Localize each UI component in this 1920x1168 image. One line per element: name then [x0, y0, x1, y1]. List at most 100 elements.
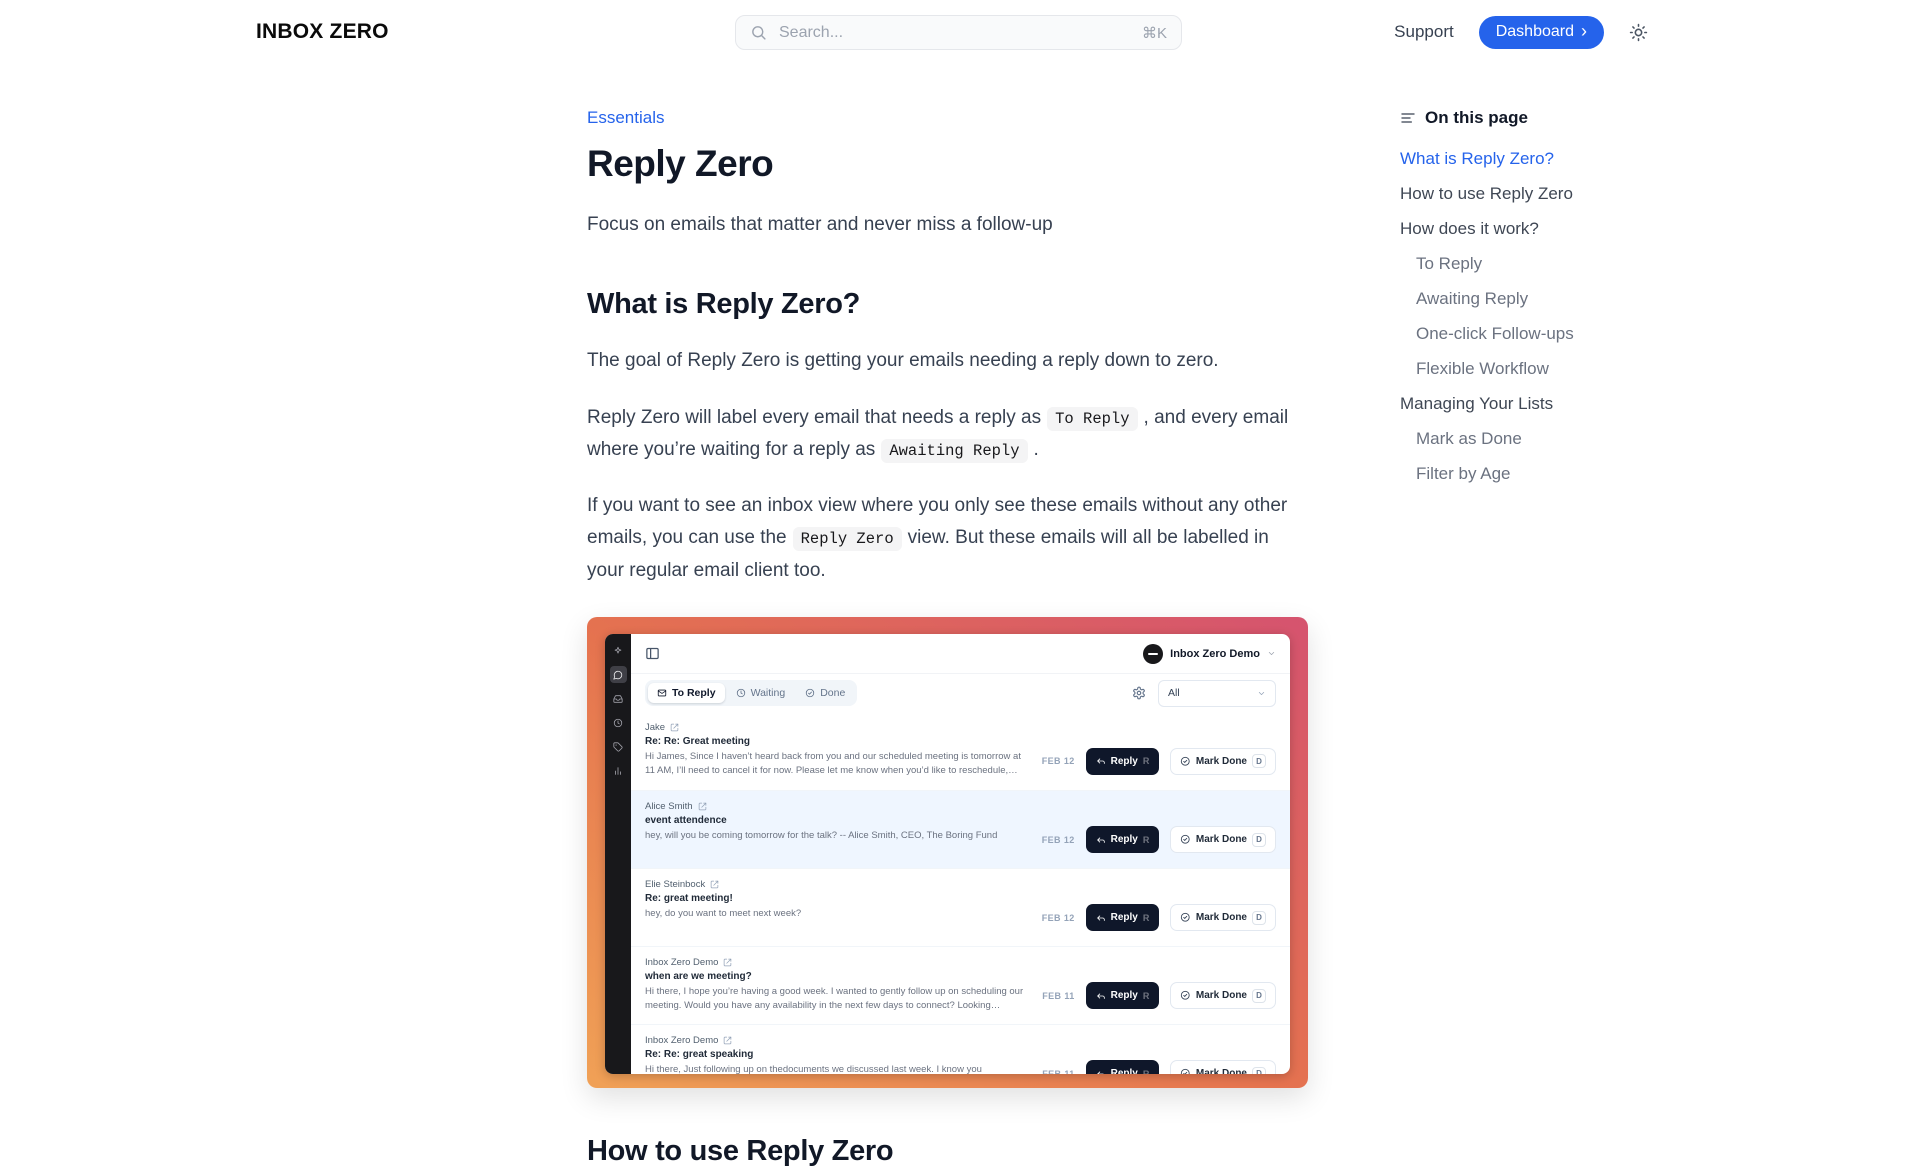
- email-date: FEB 12: [1042, 835, 1075, 845]
- breadcrumb-category[interactable]: Essentials: [587, 108, 664, 128]
- demo-email-row: Elie Steinbock Re: great meeting! hey, d…: [631, 868, 1290, 946]
- clock-icon: [736, 688, 746, 698]
- reply-button: ReplyR: [1086, 982, 1160, 1009]
- code-reply-zero: Reply Zero: [793, 527, 902, 551]
- demo-main-area: Inbox Zero Demo To Reply: [631, 634, 1290, 1074]
- demo-app-window: Inbox Zero Demo To Reply: [605, 634, 1290, 1074]
- demo-mini-sidebar: [605, 634, 631, 1074]
- avatar: [1143, 644, 1163, 664]
- check-circle-icon: [1180, 834, 1191, 845]
- demo-tabs-row: To Reply Waiting Done: [631, 674, 1290, 712]
- toc-item-mark-as-done[interactable]: Mark as Done: [1400, 429, 1610, 449]
- gear-icon: [1132, 686, 1146, 700]
- chart-icon: [610, 762, 627, 779]
- dashboard-button[interactable]: Dashboard ›: [1479, 16, 1604, 49]
- header-actions: Support Dashboard ›: [1394, 0, 1648, 64]
- search-input[interactable]: [777, 23, 1132, 43]
- code-to-reply: To Reply: [1047, 407, 1137, 431]
- page-title: Reply Zero: [587, 143, 1308, 185]
- demo-tabset: To Reply Waiting Done: [645, 680, 857, 706]
- support-link[interactable]: Support: [1394, 22, 1454, 42]
- toc-heading: On this page: [1400, 108, 1610, 128]
- toc-item-awaiting-reply[interactable]: Awaiting Reply: [1400, 289, 1610, 309]
- toc-item-how-does-it-work[interactable]: How does it work?: [1400, 219, 1610, 239]
- email-subject: event attendence: [645, 815, 1024, 826]
- reply-button: ReplyR: [1086, 826, 1160, 853]
- theme-toggle-button[interactable]: [1629, 23, 1648, 42]
- toc-item-managing-your-lists[interactable]: Managing Your Lists: [1400, 394, 1610, 414]
- external-link-icon: [670, 723, 679, 732]
- email-sender: Inbox Zero Demo: [645, 1035, 1024, 1046]
- demo-tab-to-reply: To Reply: [648, 683, 725, 703]
- demo-tabs-right: All: [1132, 680, 1276, 707]
- paragraph-3: If you want to see an inbox view where y…: [587, 490, 1308, 587]
- reply-icon: [1096, 835, 1106, 845]
- reply-zero-demo-image: Inbox Zero Demo To Reply: [587, 617, 1308, 1088]
- demo-email-row: Jake Re: Re: Great meeting Hi James, Sin…: [631, 712, 1290, 790]
- check-circle-icon: [1180, 1068, 1191, 1074]
- demo-account-name: Inbox Zero Demo: [1170, 648, 1260, 660]
- demo-email-row: Inbox Zero Demo when are we meeting? Hi …: [631, 946, 1290, 1024]
- demo-account-menu: Inbox Zero Demo: [1143, 644, 1276, 664]
- demo-email-list: Jake Re: Re: Great meeting Hi James, Sin…: [631, 712, 1290, 1074]
- reply-button: ReplyR: [1086, 904, 1160, 931]
- email-sender: Elie Steinbock: [645, 879, 1024, 890]
- check-circle-icon: [805, 688, 815, 698]
- logo[interactable]: INBOX ZERO: [256, 20, 389, 44]
- table-of-contents: On this page What is Reply Zero? How to …: [1400, 64, 1610, 499]
- email-date: FEB 12: [1042, 913, 1075, 923]
- email-subject: Re: great meeting!: [645, 893, 1024, 904]
- clock-icon: [610, 714, 627, 731]
- email-snippet: hey, do you want to meet next week?: [645, 907, 1024, 921]
- search-icon: [750, 24, 767, 41]
- paragraph-2: Reply Zero will label every email that n…: [587, 402, 1308, 467]
- email-sender: Jake: [645, 722, 1024, 733]
- toc-item-how-to-use[interactable]: How to use Reply Zero: [1400, 184, 1610, 204]
- search-shortcut: ⌘K: [1142, 24, 1167, 42]
- tag-icon: [610, 738, 627, 755]
- sparkles-icon: [610, 642, 627, 659]
- reply-icon: [1096, 991, 1106, 1001]
- toc-item-one-click-follow-ups[interactable]: One-click Follow-ups: [1400, 324, 1610, 344]
- reply-icon: [1096, 756, 1106, 766]
- reply-button: ReplyR: [1086, 1060, 1160, 1074]
- search-bar[interactable]: ⌘K: [735, 15, 1182, 50]
- demo-filter-select: All: [1158, 680, 1276, 707]
- demo-email-row-highlighted: Alice Smith event attendence hey, will y…: [631, 790, 1290, 868]
- align-left-icon: [1400, 110, 1416, 126]
- top-header: INBOX ZERO ⌘K Support Dashboard ›: [0, 0, 1920, 64]
- demo-tab-waiting: Waiting: [727, 683, 795, 703]
- email-snippet: Hi there, I hope you’re having a good we…: [645, 985, 1024, 1014]
- reply-icon: [1096, 1069, 1106, 1075]
- check-circle-icon: [1180, 756, 1191, 767]
- chevron-down-icon: [1267, 649, 1276, 658]
- envelope-icon: [657, 688, 667, 698]
- demo-email-row: Inbox Zero Demo Re: Re: great speaking H…: [631, 1024, 1290, 1074]
- demo-topbar: Inbox Zero Demo: [631, 634, 1290, 674]
- email-date: FEB 11: [1042, 991, 1074, 1001]
- paragraph-1: The goal of Reply Zero is getting your e…: [587, 345, 1308, 377]
- sun-icon: [1629, 23, 1648, 42]
- check-circle-icon: [1180, 990, 1191, 1001]
- article: Essentials Reply Zero Focus on emails th…: [587, 64, 1308, 1168]
- email-subject: Re: Re: Great meeting: [645, 736, 1024, 747]
- inbox-icon: [610, 690, 627, 707]
- toc-item-what-is-reply-zero[interactable]: What is Reply Zero?: [1400, 149, 1610, 169]
- external-link-icon: [698, 802, 707, 811]
- email-snippet: hey, will you be coming tomorrow for the…: [645, 829, 1024, 843]
- toc-item-filter-by-age[interactable]: Filter by Age: [1400, 464, 1610, 484]
- email-subject: when are we meeting?: [645, 971, 1024, 982]
- reply-button: ReplyR: [1086, 748, 1160, 775]
- demo-tab-done: Done: [796, 683, 854, 703]
- toc-item-to-reply[interactable]: To Reply: [1400, 254, 1610, 274]
- message-icon: [610, 666, 627, 683]
- mark-done-button: Mark DoneD: [1170, 826, 1276, 853]
- mark-done-button: Mark DoneD: [1170, 1060, 1276, 1074]
- check-circle-icon: [1180, 912, 1191, 923]
- email-snippet: Hi James, Since I haven’t heard back fro…: [645, 750, 1024, 779]
- external-link-icon: [723, 958, 732, 967]
- toc-item-flexible-workflow[interactable]: Flexible Workflow: [1400, 359, 1610, 379]
- chevron-right-icon: ›: [1581, 22, 1587, 40]
- email-date: FEB 12: [1042, 756, 1075, 766]
- page-subtitle: Focus on emails that matter and never mi…: [587, 209, 1308, 241]
